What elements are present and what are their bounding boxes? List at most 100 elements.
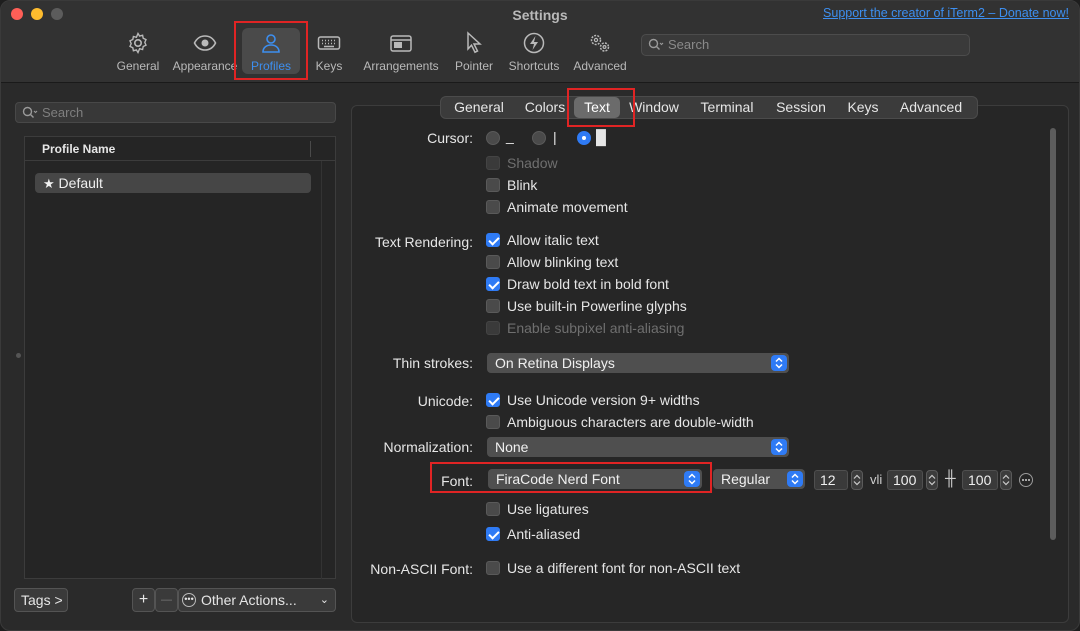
other-actions-label: Other Actions... (201, 592, 297, 608)
profile-search-placeholder: Search (42, 105, 84, 120)
remove-profile-button[interactable]: — (155, 588, 178, 612)
allow-blinking-checkbox[interactable] (486, 255, 500, 269)
bolt-icon (523, 32, 545, 54)
tags-button[interactable]: Tags > (14, 588, 68, 612)
non-ascii-font-text: Use a different font for non-ASCII text (507, 560, 741, 576)
animate-movement-checkbox[interactable] (486, 200, 500, 214)
profile-search-input[interactable]: Search (15, 102, 336, 123)
toolbar-arrangements[interactable]: Arrangements (363, 31, 439, 77)
gears-icon (590, 34, 610, 52)
tab-session[interactable]: Session (766, 97, 836, 118)
horizontal-spacing-field[interactable]: 100 (887, 470, 923, 490)
stepper-arrows-icon (928, 474, 936, 486)
toolbar-keys[interactable]: Keys (314, 31, 344, 77)
unicode-label: Unicode: (417, 393, 473, 409)
vertical-spacing-field[interactable]: 100 (962, 470, 998, 490)
non-ascii-font-checkbox[interactable] (486, 561, 500, 575)
normalization-popup[interactable]: None (487, 437, 789, 457)
cursor-underline-radio[interactable] (486, 131, 500, 145)
search-icon (22, 106, 38, 118)
add-profile-button[interactable]: + (132, 588, 155, 612)
unicode-version9-label: Use Unicode version 9+ widths (507, 392, 700, 408)
thin-strokes-popup[interactable]: On Retina Displays (487, 353, 789, 373)
anti-aliased-checkbox[interactable] (486, 527, 500, 541)
allow-blinking-label: Allow blinking text (507, 254, 619, 270)
text-rendering-label: Text Rendering: (374, 234, 473, 250)
shadow-label: Shadow (507, 155, 558, 171)
cursor-vertical-radio[interactable] (532, 131, 546, 145)
unicode-version9-checkbox[interactable] (486, 393, 500, 407)
profile-name: Default (58, 175, 103, 191)
subpixel-checkbox[interactable] (486, 321, 500, 335)
allow-italic-label: Allow italic text (507, 232, 599, 248)
use-ligatures-checkbox[interactable] (486, 502, 500, 516)
more-icon: ••• (182, 593, 196, 607)
toolbar-shortcuts-label: Shortcuts (508, 59, 560, 73)
donate-link[interactable]: Support the creator of iTerm2 – Donate n… (823, 6, 1069, 20)
font-size-field[interactable]: 12 (814, 470, 848, 490)
horizontal-spacing-stepper[interactable] (926, 470, 938, 490)
chevron-down-icon: ⌄ (319, 594, 329, 606)
ambiguous-width-checkbox[interactable] (486, 415, 500, 429)
toolbar-advanced[interactable]: Advanced (573, 31, 627, 77)
bold-font-label: Draw bold text in bold font (507, 276, 669, 292)
stepper-arrows-icon (853, 474, 861, 486)
toolbar-keys-label: Keys (315, 59, 343, 73)
star-icon: ★ (43, 176, 55, 191)
eye-icon (193, 35, 217, 51)
anti-aliased-label: Anti-aliased (507, 526, 581, 542)
font-weight-value: Regular (721, 471, 771, 487)
profile-tabs: General Colors Text Window Terminal Sess… (440, 96, 978, 119)
toolbar-pointer[interactable]: Pointer (453, 31, 495, 77)
font-highlight-box (430, 462, 712, 493)
toolbar-appearance-label: Appearance (172, 59, 238, 73)
shadow-checkbox[interactable] (486, 156, 500, 170)
toolbar-search-input[interactable]: Search (641, 34, 970, 56)
bold-font-checkbox[interactable] (486, 277, 500, 291)
allow-italic-checkbox[interactable] (486, 233, 500, 247)
blink-checkbox[interactable] (486, 178, 500, 192)
cursor-underline-glyph: _ (506, 128, 514, 144)
settings-window: Settings Support the creator of iTerm2 –… (0, 0, 1080, 631)
window-stack-icon (390, 35, 412, 52)
pane-splitter-handle[interactable] (16, 353, 21, 358)
settings-scrollbar[interactable] (1047, 125, 1061, 621)
cursor-box-radio[interactable] (577, 131, 591, 145)
cursor-box-glyph: █ (596, 129, 606, 145)
keyboard-icon (317, 36, 341, 50)
profile-row-default[interactable]: ★ Default (35, 173, 311, 193)
toolbar-arrangements-label: Arrangements (363, 59, 439, 73)
updown-arrows-icon (787, 471, 803, 487)
powerline-label: Use built-in Powerline glyphs (507, 298, 687, 314)
tab-terminal[interactable]: Terminal (688, 97, 766, 118)
use-ligatures-label: Use ligatures (507, 501, 589, 517)
subpixel-label: Enable subpixel anti-aliasing (507, 320, 685, 336)
more-options-icon[interactable] (1019, 473, 1033, 487)
font-size-stepper[interactable] (851, 470, 863, 490)
powerline-checkbox[interactable] (486, 299, 500, 313)
toolbar-shortcuts[interactable]: Shortcuts (507, 31, 561, 77)
toolbar-general-label: General (116, 59, 160, 73)
font-weight-popup[interactable]: Regular (713, 469, 805, 489)
normalization-value: None (495, 439, 529, 455)
profiles-highlight-box (234, 21, 308, 80)
tab-general[interactable]: General (442, 97, 516, 118)
toolbar-general[interactable]: General (117, 31, 159, 77)
vertical-spacing-stepper[interactable] (1000, 470, 1012, 490)
toolbar-pointer-label: Pointer (454, 59, 494, 73)
tab-colors[interactable]: Colors (516, 97, 574, 118)
tab-keys[interactable]: Keys (836, 97, 890, 118)
thin-strokes-value: On Retina Displays (495, 355, 615, 371)
cursor-label: Cursor: (427, 130, 473, 146)
cursor-vertical-glyph: | (553, 129, 557, 145)
normalization-label: Normalization: (383, 439, 473, 455)
scrollbar-thumb[interactable] (1050, 128, 1056, 540)
tab-advanced[interactable]: Advanced (890, 97, 972, 118)
pointer-icon (467, 31, 482, 54)
other-actions-menu[interactable]: ••• Other Actions... ⌄ (178, 588, 336, 612)
non-ascii-font-label: Non-ASCII Font: (370, 561, 473, 577)
blink-label: Blink (507, 177, 538, 193)
toolbar-search-placeholder: Search (668, 37, 710, 52)
thin-strokes-label: Thin strokes: (392, 355, 473, 371)
toolbar-appearance[interactable]: Appearance (172, 31, 238, 77)
